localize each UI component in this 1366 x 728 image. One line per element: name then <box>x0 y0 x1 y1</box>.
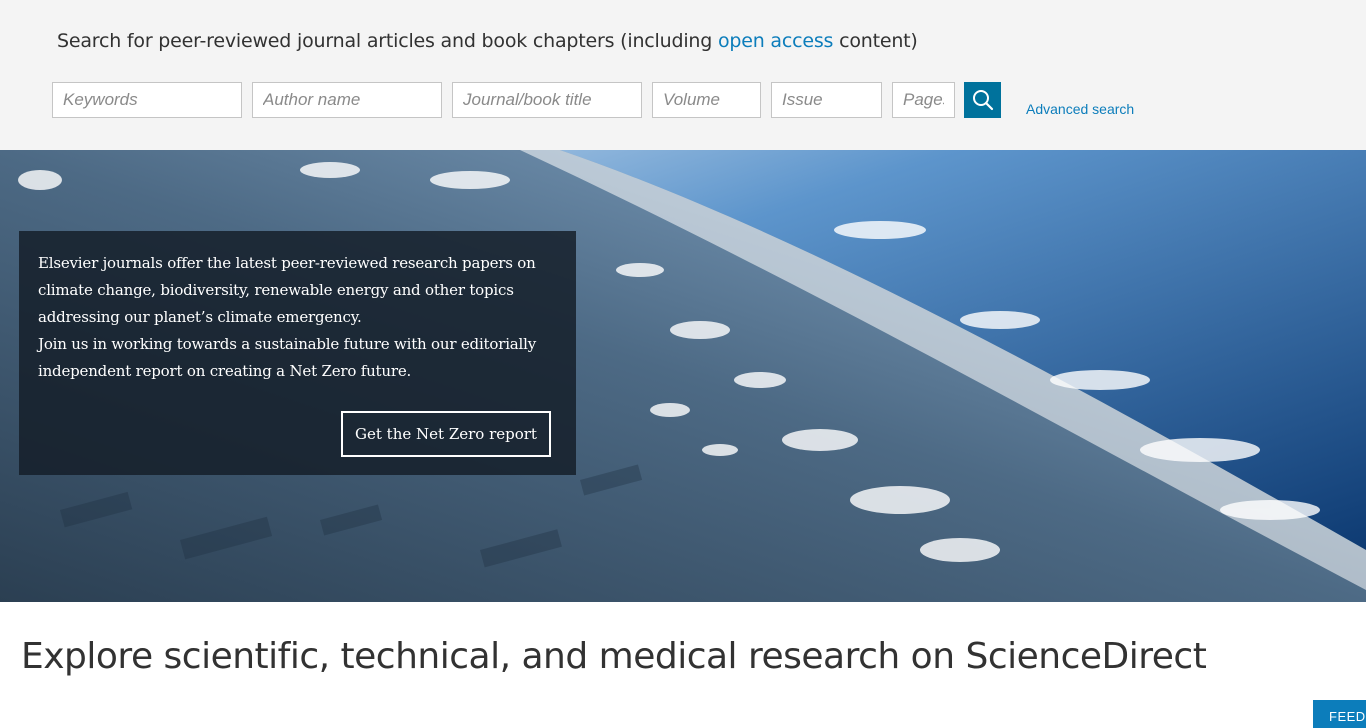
search-heading-prefix: Search for peer-reviewed journal article… <box>57 30 718 52</box>
volume-input[interactable] <box>652 82 761 118</box>
search-button[interactable] <box>964 82 1001 118</box>
search-icon <box>972 90 993 111</box>
get-net-zero-report-button[interactable]: Get the Net Zero report <box>341 411 551 457</box>
advanced-search-link[interactable]: Advanced search <box>1026 101 1134 117</box>
search-heading-suffix: content) <box>833 30 918 52</box>
author-name-input[interactable] <box>252 82 442 118</box>
keywords-input[interactable] <box>52 82 242 118</box>
promo-paragraph-net-zero: Join us in working towards a sustainable… <box>38 335 536 380</box>
search-band: Search for peer-reviewed journal article… <box>0 0 1366 150</box>
net-zero-promo-text: Elsevier journals offer the latest peer-… <box>38 250 558 385</box>
search-heading: Search for peer-reviewed journal article… <box>57 30 918 52</box>
feedback-tab[interactable]: FEEDBACK <box>1313 700 1366 728</box>
journal-book-title-input[interactable] <box>452 82 642 118</box>
pages-input[interactable] <box>892 82 955 118</box>
issue-input[interactable] <box>771 82 882 118</box>
open-access-link[interactable]: open access <box>718 30 833 52</box>
promo-paragraph-climate: Elsevier journals offer the latest peer-… <box>38 254 536 326</box>
page-title: Explore scientific, technical, and medic… <box>21 636 1207 677</box>
